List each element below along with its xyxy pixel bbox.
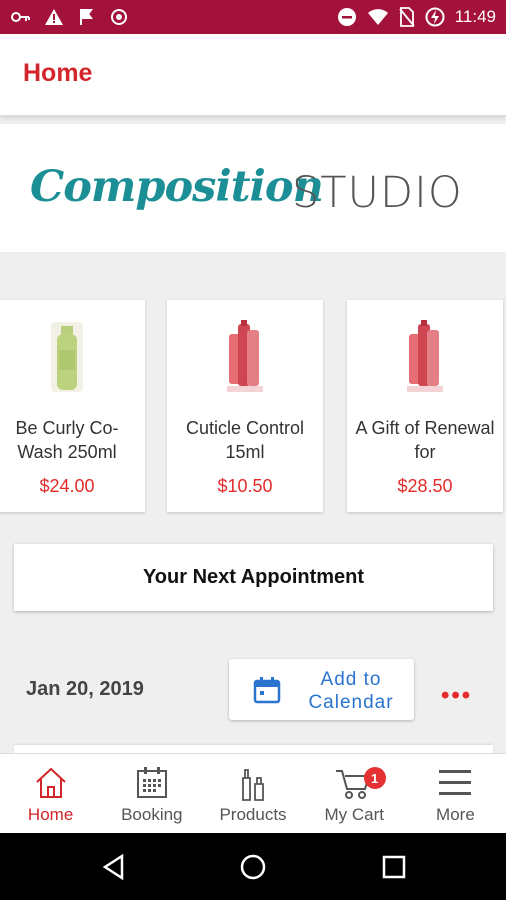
nav-booking-label: Booking: [121, 805, 183, 824]
product-name: Cuticle Control 15ml: [185, 418, 305, 462]
nav-booking[interactable]: Booking: [101, 754, 202, 833]
calendar-icon: [253, 677, 281, 704]
nav-cart-label: My Cart: [324, 805, 384, 824]
status-time: 11:49: [454, 7, 496, 26]
logo-script-text: Composition: [30, 162, 324, 212]
next-appointment-button[interactable]: Your Next Appointment: [14, 544, 493, 611]
calendar-grid-icon: [136, 767, 167, 798]
product-price: $24.00: [39, 476, 95, 496]
next-appointment-label: Your Next Appointment: [142, 566, 365, 588]
add-to-calendar-label: Add to Calendar: [308, 669, 394, 713]
back-icon[interactable]: [100, 853, 128, 881]
product-carousel[interactable]: Be Curly Co-Wash 250ml $24.00 Cuticle Co…: [0, 300, 506, 512]
product-name: A Gift of Renewal for: [355, 418, 495, 462]
nav-home[interactable]: Home: [0, 754, 101, 833]
logo-studio-text: STUDIO: [292, 168, 463, 218]
product-card[interactable]: Be Curly Co-Wash 250ml $24.00: [0, 300, 145, 512]
home-icon: [35, 767, 66, 798]
system-nav-bar: [0, 833, 506, 900]
warning-icon: [45, 9, 63, 25]
product-image: [51, 322, 83, 392]
bottom-nav: Home Booking Products 1 My Cart More: [0, 753, 506, 833]
key-icon: [11, 12, 30, 22]
no-sim-icon: [399, 7, 415, 27]
status-bar: 11:49: [0, 0, 506, 34]
cart-badge: 1: [363, 767, 386, 789]
product-name: Be Curly Co-Wash 250ml: [15, 418, 119, 462]
product-price: $10.50: [217, 476, 273, 496]
nav-products-label: Products: [219, 805, 287, 824]
record-icon: [111, 9, 127, 25]
app-header: Home: [0, 34, 506, 116]
nav-more-label: More: [436, 805, 475, 824]
home-circle-icon[interactable]: [239, 853, 267, 881]
nav-products[interactable]: Products: [202, 754, 303, 833]
wifi-icon: [367, 9, 388, 25]
battery-charging-icon: [425, 7, 445, 27]
brand-logo: Composition STUDIO: [0, 124, 506, 252]
flag-icon: [80, 9, 93, 25]
dnd-icon: [337, 8, 356, 26]
product-price: $28.50: [397, 476, 453, 496]
nav-more[interactable]: More: [405, 754, 506, 833]
product-card[interactable]: Cuticle Control 15ml $10.50: [167, 300, 323, 512]
recents-icon[interactable]: [380, 853, 408, 881]
nav-home-label: Home: [27, 805, 74, 824]
product-image: [227, 320, 263, 392]
product-image: [407, 320, 443, 392]
page-title: Home: [23, 59, 93, 87]
product-card[interactable]: A Gift of Renewal for $28.50: [347, 300, 503, 512]
more-options-icon[interactable]: •••: [441, 682, 472, 710]
bottles-icon: [242, 769, 264, 801]
nav-cart[interactable]: 1 My Cart: [304, 754, 405, 833]
add-to-calendar-button[interactable]: Add to Calendar: [229, 659, 414, 720]
appointment-date: Jan 20, 2019: [26, 678, 144, 700]
menu-icon: [439, 770, 472, 795]
